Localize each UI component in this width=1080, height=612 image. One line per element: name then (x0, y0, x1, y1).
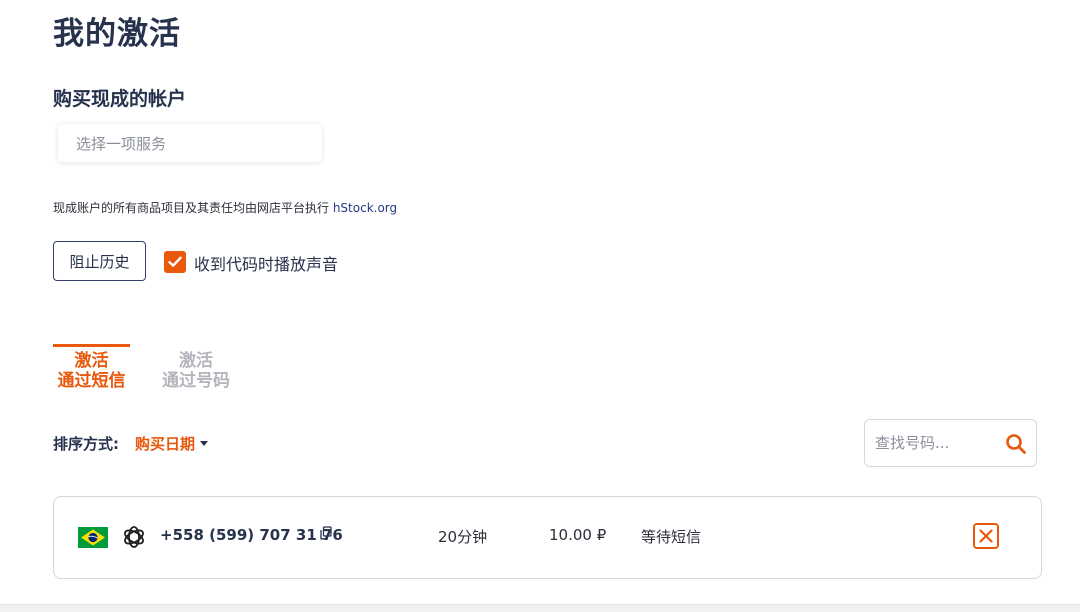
section-title: 购买现成的帐户 (53, 88, 187, 110)
tab-number-line2: 通过号码 (162, 371, 230, 391)
tab-sms-line2: 通过短信 (57, 371, 126, 391)
note-text: 现成账户的所有商品项目及其责任均由网店平台执行 (53, 201, 333, 215)
sort-label: 排序方式: (53, 435, 119, 453)
service-select[interactable]: 选择一项服务 (58, 124, 322, 162)
block-history-button[interactable]: 阻止历史 (53, 241, 146, 281)
activation-status: 等待短信 (641, 528, 702, 546)
sort-dropdown[interactable]: 购买日期 (135, 433, 209, 454)
search-box (864, 419, 1037, 467)
hstock-link[interactable]: hStock.org (333, 201, 397, 215)
caret-down-icon (200, 441, 209, 446)
phone-number: +558 (599) 707 31 76 (160, 526, 343, 544)
brazil-flag-icon (78, 527, 108, 548)
sound-checkbox[interactable] (164, 251, 186, 273)
hstock-note: 现成账户的所有商品项目及其责任均由网店平台执行 hStock.org (53, 199, 397, 216)
tab-number-line1: 激活 (179, 351, 213, 371)
activation-price: 10.00 ₽ (549, 526, 607, 544)
sound-label: 收到代码时播放声音 (194, 255, 339, 274)
page-bottom-edge (0, 604, 1080, 612)
search-icon[interactable] (1005, 433, 1027, 455)
service-select-placeholder: 选择一项服务 (76, 134, 167, 153)
search-number-input[interactable] (875, 434, 990, 452)
checkmark-icon (168, 256, 182, 267)
activation-card: +558 (599) 707 31 76 20分钟 10.00 ₽ 等待短信 (53, 496, 1042, 579)
sort-value: 购买日期 (135, 435, 196, 453)
page-title: 我的激活 (53, 16, 181, 52)
tab-number-activation[interactable]: 激活 通过号码 (152, 344, 240, 391)
cancel-activation-button[interactable] (973, 523, 999, 549)
activation-duration: 20分钟 (438, 528, 488, 546)
close-icon (979, 529, 993, 543)
openai-icon (124, 526, 144, 548)
copy-icon[interactable] (320, 526, 332, 540)
tab-sms-line1: 激活 (74, 351, 109, 371)
tab-sms-activation[interactable]: 激活 通过短信 (53, 344, 130, 391)
